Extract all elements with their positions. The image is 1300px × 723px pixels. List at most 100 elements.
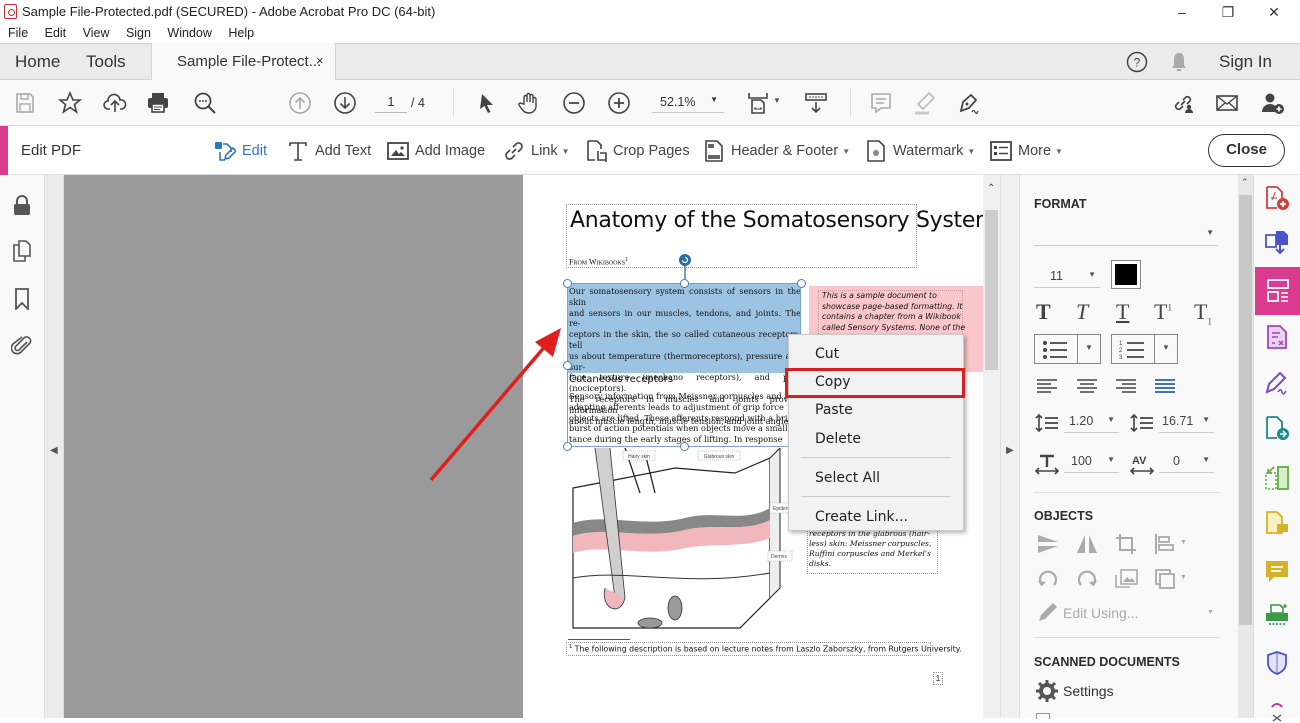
text-color-picker[interactable] <box>1111 260 1141 289</box>
chevron-down-icon[interactable]: ▼ <box>1180 574 1187 581</box>
justify-icon[interactable] <box>1155 379 1175 393</box>
send-review-icon[interactable] <box>1264 415 1290 441</box>
edit-tool-button[interactable]: Edit <box>214 139 267 163</box>
scroll-mode-icon[interactable] <box>803 90 829 116</box>
email-icon[interactable] <box>1214 90 1240 116</box>
menu-item-delete[interactable]: Delete <box>789 426 965 452</box>
add-user-icon[interactable] <box>1260 90 1286 116</box>
character-spacing-dropdown[interactable]: 0 ▼ <box>1159 451 1214 473</box>
bullet-list-button[interactable]: ▼ <box>1034 334 1101 364</box>
italic-icon[interactable]: T <box>1076 299 1088 325</box>
link-button[interactable]: Link ▼ <box>503 139 570 163</box>
restore-button[interactable]: ❐ <box>1205 0 1251 24</box>
menu-window[interactable]: Window <box>167 24 211 40</box>
rotate-right-icon[interactable] <box>1075 567 1099 591</box>
section-heading[interactable]: Cutaneous receptors <box>569 374 673 385</box>
star-icon[interactable] <box>57 90 83 116</box>
crop-pages-button[interactable]: Crop Pages <box>585 139 690 163</box>
paragraph-spacing-dropdown[interactable]: 16.71 ▼ <box>1159 411 1214 433</box>
more-tools-icon[interactable] <box>1264 697 1290 723</box>
right-panel-toggle[interactable]: ▶ <box>1000 175 1019 718</box>
tab-tools[interactable]: Tools <box>86 52 126 72</box>
body-paragraph[interactable]: Sensory information from Meissner corpus… <box>569 391 787 445</box>
recognize-text-checkbox[interactable] <box>1036 713 1050 719</box>
chevron-right-icon[interactable]: ▶ <box>1006 445 1014 456</box>
menu-help[interactable]: Help <box>228 24 254 40</box>
scroll-up-icon[interactable]: ⌃ <box>987 183 995 194</box>
help-icon[interactable]: ? <box>1126 51 1148 73</box>
comment-tool-icon[interactable] <box>1264 558 1290 584</box>
crop-object-icon[interactable] <box>1114 532 1138 556</box>
tab-document[interactable]: Sample File-Protect... × <box>151 43 336 81</box>
left-panel-toggle[interactable]: ◀ <box>45 175 64 718</box>
menu-view[interactable]: View <box>83 24 110 40</box>
scrollbar-thumb[interactable] <box>1239 195 1252 625</box>
sign-icon[interactable] <box>956 90 982 116</box>
next-page-icon[interactable] <box>332 90 358 116</box>
protect-icon[interactable] <box>1264 650 1290 676</box>
chevron-left-icon[interactable]: ◀ <box>50 445 58 456</box>
menu-item-create-link[interactable]: Create Link... <box>789 504 965 530</box>
bold-icon[interactable]: T <box>1036 299 1051 325</box>
chevron-down-icon[interactable]: ▼ <box>1180 539 1187 546</box>
sign-in-link[interactable]: Sign In <box>1219 52 1272 72</box>
resize-handle[interactable] <box>563 279 572 288</box>
add-text-button[interactable]: Add Text <box>287 139 371 163</box>
menu-item-paste[interactable]: Paste <box>789 397 965 423</box>
zoom-in-icon[interactable] <box>606 90 632 116</box>
font-family-dropdown[interactable]: ▼ <box>1034 224 1218 246</box>
align-right-icon[interactable] <box>1116 379 1136 393</box>
chevron-down-icon[interactable]: ▼ <box>1162 343 1170 352</box>
lock-icon[interactable] <box>11 194 33 216</box>
upload-cloud-icon[interactable] <box>102 90 128 116</box>
skin-anatomy-figure[interactable]: Hairy skin Glabrous skin Epidermis Dermi… <box>565 448 805 636</box>
menu-item-cut[interactable]: Cut <box>789 341 965 367</box>
chevron-down-icon[interactable]: ▼ <box>773 96 781 105</box>
replace-image-icon[interactable] <box>1114 567 1138 591</box>
align-center-icon[interactable] <box>1077 379 1097 393</box>
minimize-button[interactable]: – <box>1159 0 1205 24</box>
share-link-icon[interactable] <box>1170 90 1196 116</box>
arrange-objects-icon[interactable] <box>1153 567 1177 591</box>
subscript-icon[interactable]: T1 <box>1194 299 1212 326</box>
export-pdf-icon[interactable] <box>1264 229 1290 255</box>
hand-icon[interactable] <box>516 90 542 116</box>
menu-file[interactable]: File <box>8 24 28 40</box>
font-size-dropdown[interactable]: 11 ▼ <box>1034 266 1100 288</box>
comment-file-icon[interactable] <box>1264 510 1290 536</box>
menu-sign[interactable]: Sign <box>126 24 151 40</box>
align-objects-icon[interactable] <box>1153 532 1177 556</box>
close-window-button[interactable]: ✕ <box>1251 0 1297 24</box>
line-spacing-dropdown[interactable]: 1.20 ▼ <box>1064 411 1119 433</box>
scrollbar-thumb[interactable] <box>985 210 998 370</box>
page-number-input[interactable]: 1 <box>375 95 407 113</box>
chevron-down-icon[interactable]: ▼ <box>1207 609 1214 616</box>
resize-handle[interactable] <box>680 279 689 288</box>
sign-tool-icon[interactable] <box>1264 370 1290 396</box>
chevron-down-icon[interactable]: ▼ <box>1085 343 1093 352</box>
save-icon[interactable] <box>12 90 38 116</box>
horizontal-scale-dropdown[interactable]: 100 ▼ <box>1064 451 1119 473</box>
create-pdf-icon[interactable] <box>1264 185 1290 211</box>
document-scrollbar[interactable]: ⌃ <box>983 175 1000 718</box>
zoom-out-icon[interactable] <box>561 90 587 116</box>
print-icon[interactable] <box>145 90 171 116</box>
settings-link[interactable]: Settings <box>1063 683 1114 699</box>
fill-sign-form-icon[interactable] <box>1264 324 1290 350</box>
document-title[interactable]: Anatomy of the Somatosensory System <box>570 208 996 233</box>
comment-icon[interactable] <box>868 90 894 116</box>
edit-using-dropdown[interactable]: Edit Using... <box>1063 605 1138 621</box>
flip-vertical-icon[interactable] <box>1036 532 1060 556</box>
resize-handle[interactable] <box>797 279 806 288</box>
format-panel-scrollbar[interactable]: ⌃ <box>1238 175 1253 718</box>
rotate-left-icon[interactable] <box>1036 567 1060 591</box>
underline-icon[interactable]: T <box>1116 299 1129 325</box>
prev-page-icon[interactable] <box>287 90 313 116</box>
bookmark-icon[interactable] <box>11 288 33 310</box>
organize-pages-icon[interactable] <box>1264 465 1290 491</box>
header-footer-button[interactable]: Header & Footer ▼ <box>703 139 850 163</box>
add-image-button[interactable]: Add Image <box>387 139 485 163</box>
edit-pdf-tool-active[interactable] <box>1255 267 1300 315</box>
numbered-list-button[interactable]: 123 ▼ <box>1111 334 1178 364</box>
menu-item-select-all[interactable]: Select All <box>789 465 965 491</box>
